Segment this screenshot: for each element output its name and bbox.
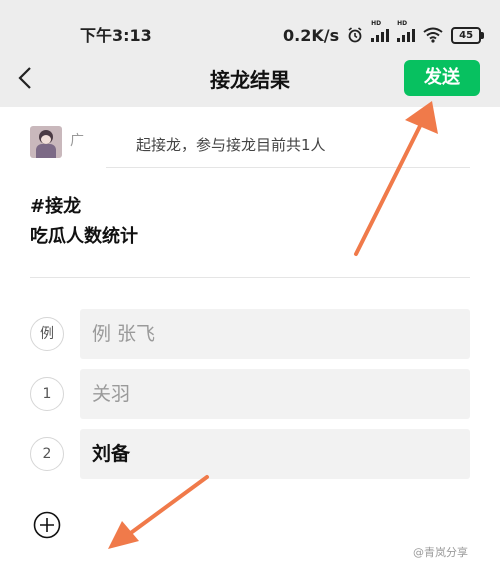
initiator-row: 广 起接龙，参与接龙目前共1人 xyxy=(30,126,470,162)
divider xyxy=(30,277,470,278)
arrow-to-send-icon xyxy=(354,101,438,256)
content-title: 吃瓜人数统计 xyxy=(30,226,138,247)
entry-index: 1 xyxy=(30,377,64,411)
send-button[interactable]: 发送 xyxy=(404,60,480,96)
wifi-icon xyxy=(423,27,443,43)
solitaire-content[interactable]: #接龙 吃瓜人数统计 xyxy=(30,192,138,252)
header: 下午3:13 0.2K/s HD HD 45 接龙结果 发送 xyxy=(0,0,500,107)
nav-bar: 接龙结果 发送 xyxy=(0,60,500,96)
initiator-name: 广 xyxy=(70,133,84,149)
list-item: 1 关羽 xyxy=(30,369,470,419)
avatar[interactable] xyxy=(30,126,62,158)
add-circle-icon[interactable] xyxy=(33,511,61,539)
list-item: 2 刘备 xyxy=(30,429,470,479)
entry-input[interactable]: 刘备 xyxy=(80,429,470,479)
divider xyxy=(106,167,470,168)
entry-index: 2 xyxy=(30,437,64,471)
entry-input[interactable]: 例 张飞 xyxy=(80,309,470,359)
list-item: 例 例 张飞 xyxy=(30,309,470,359)
arrow-to-add-icon xyxy=(108,475,209,549)
content-tag: #接龙 xyxy=(30,196,82,217)
entry-input[interactable]: 关羽 xyxy=(80,369,470,419)
status-icons: 0.2K/s HD HD 45 xyxy=(283,20,485,48)
signal-icon: HD xyxy=(371,20,390,42)
alarm-icon xyxy=(348,27,362,43)
status-time: 下午3:13 xyxy=(80,26,152,45)
initiator-text: 起接龙，参与接龙目前共1人 xyxy=(136,136,326,154)
battery-icon: 45 xyxy=(451,26,485,44)
entry-index: 例 xyxy=(30,317,64,351)
network-speed: 0.2K/s xyxy=(283,25,340,45)
watermark: @青岚分享 xyxy=(413,546,468,559)
signal-icon-2: HD xyxy=(397,20,416,42)
